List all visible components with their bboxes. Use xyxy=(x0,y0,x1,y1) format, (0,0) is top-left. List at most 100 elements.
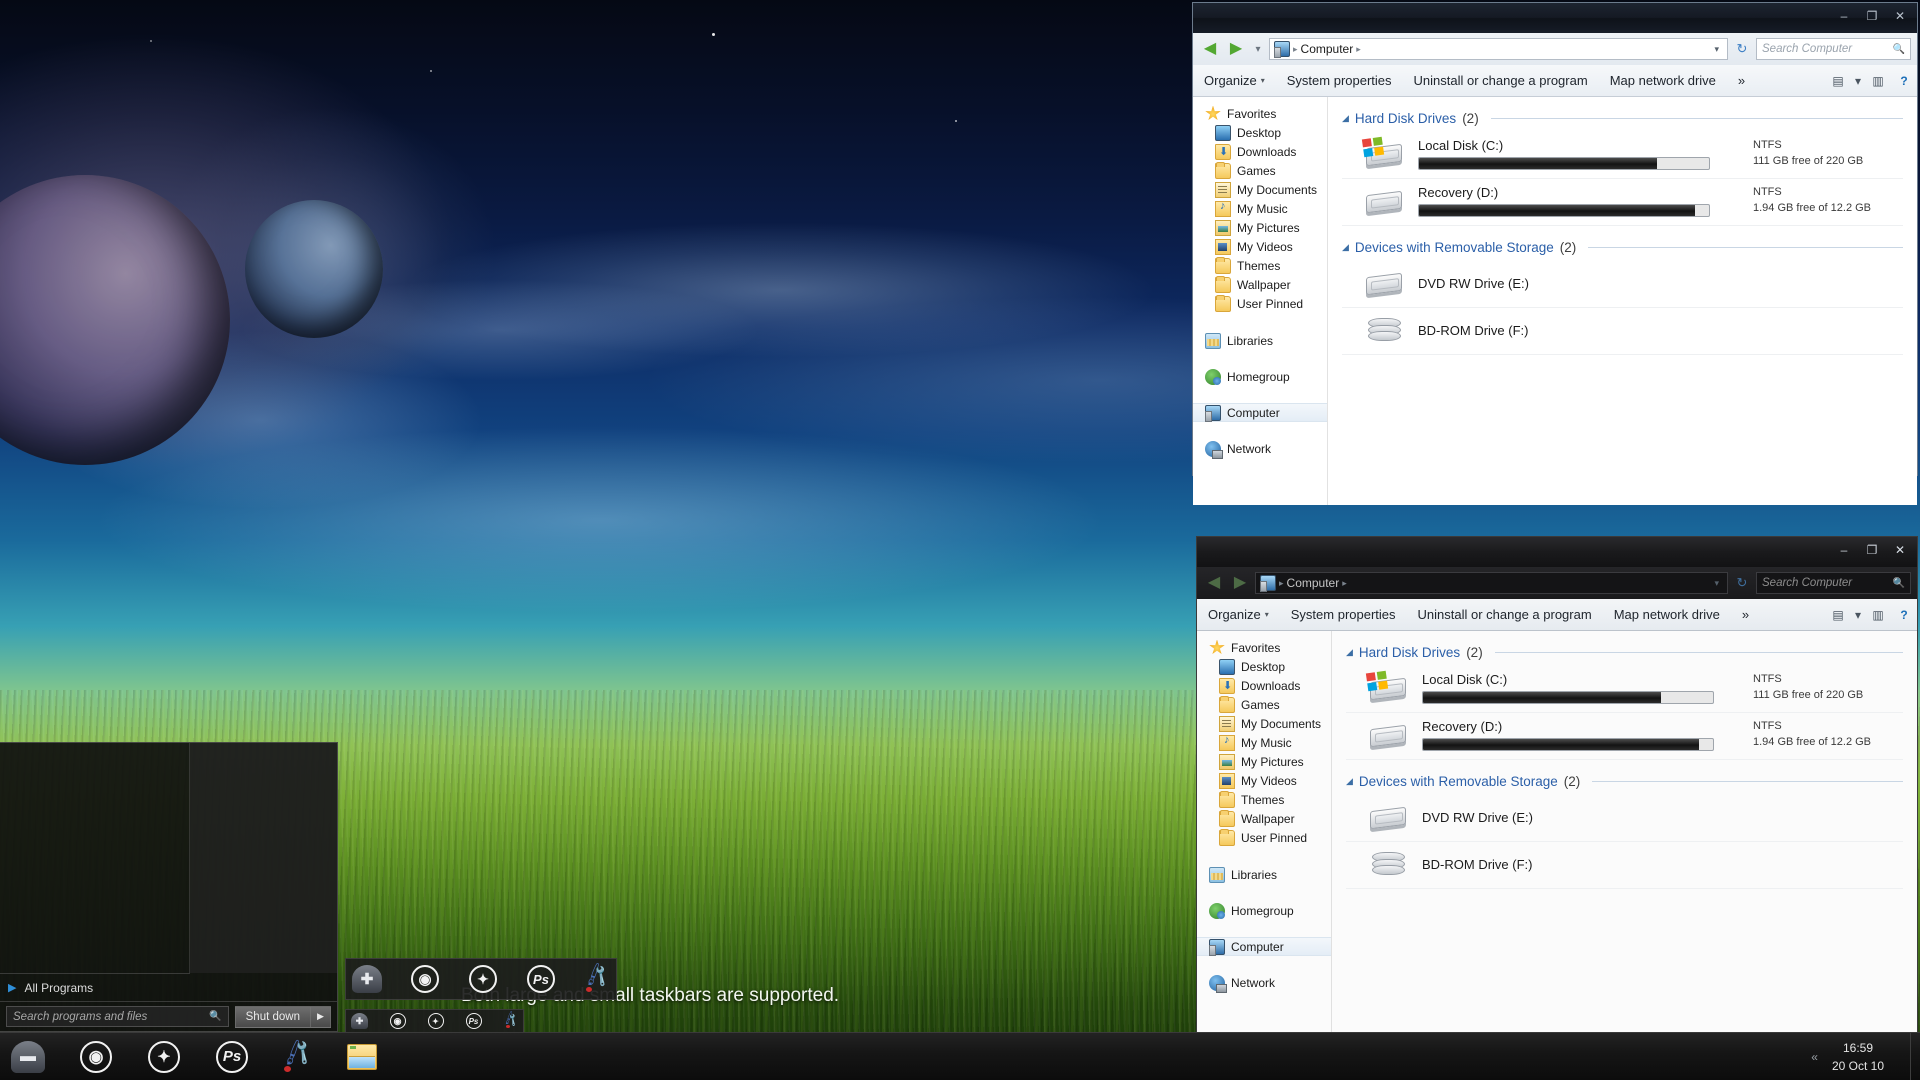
maximize-button[interactable]: ❐ xyxy=(1859,541,1885,559)
map-network-drive-button[interactable]: Map network drive xyxy=(1599,65,1727,97)
all-programs-button[interactable]: ▶ All Programs xyxy=(0,973,190,1001)
title-bar[interactable]: – ❐ ✕ xyxy=(1193,3,1917,33)
sidebar-item-my-videos[interactable]: My Videos xyxy=(1197,771,1331,790)
chrome-icon[interactable]: ◉ xyxy=(388,1012,407,1031)
utorrent-icon[interactable]: ✦ xyxy=(466,962,500,996)
sidebar-item-games[interactable]: Games xyxy=(1193,161,1327,180)
organize-button[interactable]: Organize ▾ xyxy=(1197,599,1280,631)
clock[interactable]: 16:59 20 Oct 10 xyxy=(1832,1039,1900,1075)
search-input[interactable]: Search Computer 🔍 xyxy=(1756,38,1911,60)
explorer-window-dark[interactable]: – ❐ ✕ ◀ ▶ ▸ Computer ▸ ▾ ↻ Search Comput… xyxy=(1196,536,1918,1065)
view-chevron-down-icon[interactable]: ▾ xyxy=(1851,599,1865,631)
preview-pane-icon[interactable]: ▥ xyxy=(1865,599,1891,631)
tools-icon[interactable]: 🖌 🔧 xyxy=(278,1038,317,1073)
shutdown-options-arrow-icon[interactable]: ▶ xyxy=(310,1006,330,1027)
floating-taskbar-small[interactable]: ✚ ◉ ✦ Ps 🖌 🔧 xyxy=(345,1009,524,1033)
change-view-icon[interactable]: ▤ xyxy=(1825,599,1851,631)
floating-taskbar-large[interactable]: ✚ ◉ ✦ Ps 🖌 🔧 xyxy=(345,958,617,1000)
sidebar-item-themes[interactable]: Themes xyxy=(1197,790,1331,809)
photoshop-icon[interactable]: Ps xyxy=(464,1012,483,1031)
sidebar-item-desktop[interactable]: Desktop xyxy=(1197,657,1331,676)
photoshop-icon[interactable]: Ps xyxy=(212,1037,252,1077)
minimize-button[interactable]: – xyxy=(1831,541,1857,559)
sidebar-item-games[interactable]: Games xyxy=(1197,695,1331,714)
drive-row-dvd-rw-e[interactable]: DVD RW Drive (E:) xyxy=(1342,261,1903,308)
address-bar[interactable]: ◀ ▶ ▸ Computer ▸ ▾ ↻ Search Computer 🔍 xyxy=(1197,567,1917,599)
sidebar-item-computer[interactable]: Computer xyxy=(1197,937,1331,956)
utorrent-icon[interactable]: ✦ xyxy=(426,1012,445,1031)
help-icon[interactable]: ? xyxy=(1891,65,1917,97)
organize-button[interactable]: Organize ▾ xyxy=(1193,65,1276,97)
sidebar-item-wallpaper[interactable]: Wallpaper xyxy=(1193,275,1327,294)
uninstall-program-button[interactable]: Uninstall or change a program xyxy=(1403,65,1599,97)
breadcrumb-item-computer[interactable]: Computer xyxy=(1287,576,1340,590)
collapse-triangle-icon[interactable]: ◢ xyxy=(1342,113,1349,124)
breadcrumb[interactable]: ▸ Computer ▸ ▾ xyxy=(1269,38,1728,60)
search-input[interactable]: Search Computer 🔍 xyxy=(1756,572,1911,594)
close-button[interactable]: ✕ xyxy=(1887,7,1913,25)
sidebar-item-libraries[interactable]: Libraries xyxy=(1193,331,1327,350)
sidebar-item-my-documents[interactable]: My Documents xyxy=(1193,180,1327,199)
collapse-triangle-icon[interactable]: ◢ xyxy=(1346,776,1353,787)
sidebar-item-network[interactable]: Network xyxy=(1193,439,1327,459)
help-icon[interactable]: ? xyxy=(1891,599,1917,631)
drive-row-local-disk-c[interactable]: Local Disk (C:) NTFS 111 GB free of 220 … xyxy=(1342,132,1903,179)
explorer-window-light[interactable]: – ❐ ✕ ◀ ▶ ▾ ▸ Computer ▸ ▾ ↻ Search Comp… xyxy=(1192,2,1918,505)
breadcrumb-sep-icon[interactable]: ▸ xyxy=(1342,578,1347,589)
sidebar-item-my-music[interactable]: My Music xyxy=(1197,733,1331,752)
sidebar-item-my-documents[interactable]: My Documents xyxy=(1197,714,1331,733)
maximize-button[interactable]: ❐ xyxy=(1859,7,1885,25)
content-pane[interactable]: ◢ Hard Disk Drives (2) Local Disk (C:) N… xyxy=(1332,631,1917,1065)
start-orb-large[interactable]: ✚ xyxy=(350,962,384,996)
shutdown-button[interactable]: Shut down ▶ xyxy=(234,1005,331,1028)
collapse-triangle-icon[interactable]: ◢ xyxy=(1342,242,1349,253)
sidebar-item-themes[interactable]: Themes xyxy=(1193,256,1327,275)
navigation-pane[interactable]: Favorites Desktop Downloads Games My Doc… xyxy=(1197,631,1332,1065)
command-toolbar[interactable]: Organize ▾ System properties Uninstall o… xyxy=(1197,599,1917,631)
group-header-removable-storage[interactable]: ◢ Devices with Removable Storage (2) xyxy=(1346,774,1903,789)
chrome-icon[interactable]: ◉ xyxy=(408,962,442,996)
sidebar-item-libraries[interactable]: Libraries xyxy=(1197,865,1331,884)
drive-row-recovery-d[interactable]: Recovery (D:) NTFS 1.94 GB free of 12.2 … xyxy=(1342,179,1903,226)
title-bar[interactable]: – ❐ ✕ xyxy=(1197,537,1917,567)
tools-icon[interactable]: 🖌 🔧 xyxy=(501,1011,520,1029)
group-header-hard-disk-drives[interactable]: ◢ Hard Disk Drives (2) xyxy=(1342,111,1903,126)
sidebar-item-desktop[interactable]: Desktop xyxy=(1193,123,1327,142)
utorrent-icon[interactable]: ✦ xyxy=(144,1037,184,1077)
start-menu[interactable]: ▶ All Programs Search programs and files… xyxy=(0,742,338,1032)
system-properties-button[interactable]: System properties xyxy=(1276,65,1403,97)
group-header-hard-disk-drives[interactable]: ◢ Hard Disk Drives (2) xyxy=(1346,645,1903,660)
change-view-icon[interactable]: ▤ xyxy=(1825,65,1851,97)
map-network-drive-button[interactable]: Map network drive xyxy=(1603,599,1731,631)
sidebar-item-homegroup[interactable]: Homegroup xyxy=(1197,901,1331,920)
sidebar-item-homegroup[interactable]: Homegroup xyxy=(1193,367,1327,386)
drive-row-bd-rom-f[interactable]: BD-ROM Drive (F:) xyxy=(1346,842,1903,889)
address-bar[interactable]: ◀ ▶ ▾ ▸ Computer ▸ ▾ ↻ Search Computer 🔍 xyxy=(1193,33,1917,65)
drive-row-bd-rom-f[interactable]: BD-ROM Drive (F:) xyxy=(1342,308,1903,355)
start-menu-programs-pane[interactable] xyxy=(0,743,190,973)
drive-row-local-disk-c[interactable]: Local Disk (C:) NTFS 111 GB free of 220 … xyxy=(1346,666,1903,713)
show-hidden-icons-chevron-icon[interactable]: « xyxy=(1811,1050,1818,1064)
collapse-triangle-icon[interactable]: ◢ xyxy=(1346,647,1353,658)
group-header-removable-storage[interactable]: ◢ Devices with Removable Storage (2) xyxy=(1342,240,1903,255)
start-search-input[interactable]: Search programs and files 🔍 xyxy=(6,1006,229,1027)
back-button[interactable]: ◀ xyxy=(1199,38,1221,60)
forward-button[interactable]: ▶ xyxy=(1225,38,1247,60)
sidebar-item-computer[interactable]: Computer xyxy=(1193,403,1327,422)
main-taskbar[interactable]: ▬ ◉ ✦ Ps 🖌 🔧 « 16:59 20 Oct 10 xyxy=(0,1032,1920,1080)
sidebar-item-favorites[interactable]: Favorites xyxy=(1193,104,1327,123)
sidebar-item-my-videos[interactable]: My Videos xyxy=(1193,237,1327,256)
sidebar-item-downloads[interactable]: Downloads xyxy=(1197,676,1331,695)
address-dropdown-icon[interactable]: ▾ xyxy=(1714,44,1723,55)
breadcrumb[interactable]: ▸ Computer ▸ ▾ xyxy=(1255,572,1728,594)
sidebar-item-my-pictures[interactable]: My Pictures xyxy=(1197,752,1331,771)
sidebar-item-downloads[interactable]: Downloads xyxy=(1193,142,1327,161)
minimize-button[interactable]: – xyxy=(1831,7,1857,25)
start-menu-places-pane[interactable] xyxy=(190,743,337,973)
forward-button[interactable]: ▶ xyxy=(1229,572,1251,594)
refresh-button[interactable]: ↻ xyxy=(1732,575,1752,591)
breadcrumb-item-computer[interactable]: Computer xyxy=(1301,42,1354,56)
uninstall-program-button[interactable]: Uninstall or change a program xyxy=(1407,599,1603,631)
explorer-icon[interactable] xyxy=(342,1037,382,1077)
navigation-pane[interactable]: Favorites Desktop Downloads Games My Doc… xyxy=(1193,97,1328,505)
